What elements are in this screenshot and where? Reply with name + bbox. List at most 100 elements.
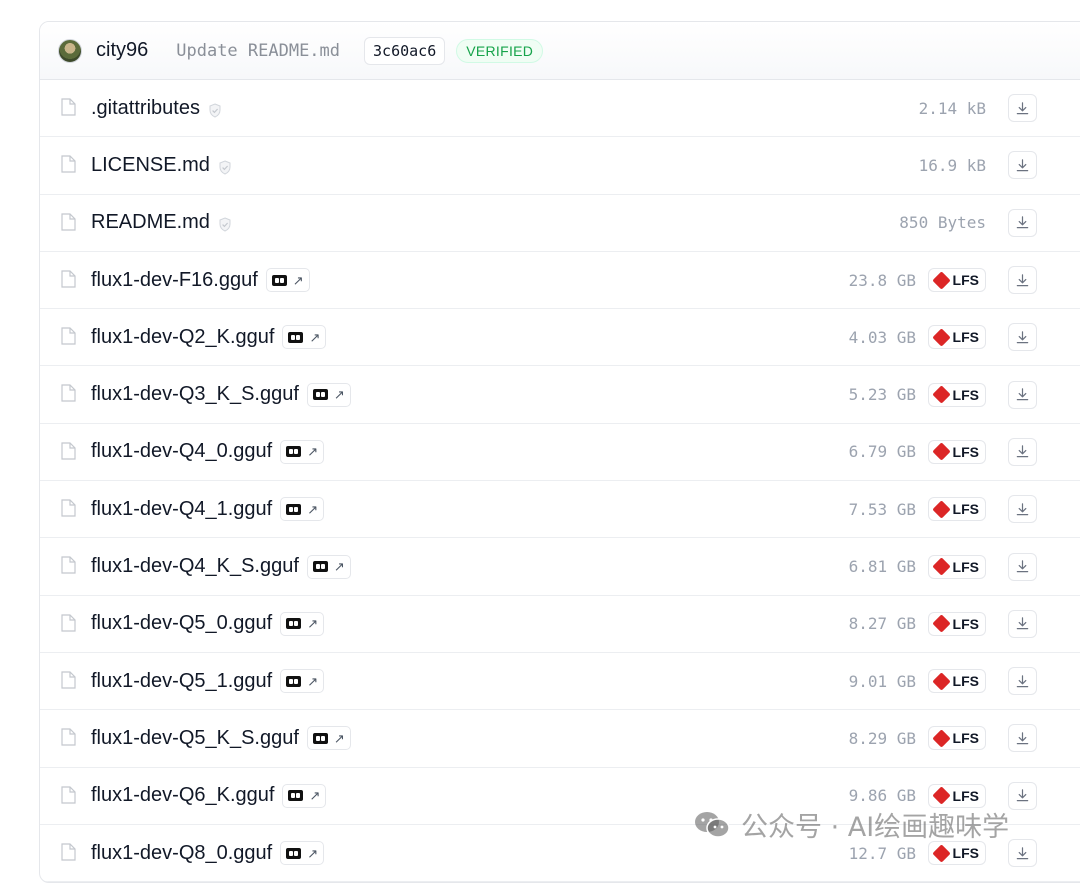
download-icon bbox=[1015, 158, 1030, 173]
file-row[interactable]: flux1-dev-Q4_0.gguf ↗ 6.79 GB LFS bbox=[40, 424, 1080, 482]
gguf-viewer-button[interactable]: ↗ bbox=[282, 783, 327, 808]
lfs-badge[interactable]: LFS bbox=[927, 611, 986, 636]
gguf-viewer-button[interactable]: ↗ bbox=[280, 611, 325, 636]
file-name[interactable]: README.md bbox=[91, 211, 210, 234]
lfs-label: LFS bbox=[952, 673, 979, 690]
download-button[interactable] bbox=[1008, 437, 1037, 466]
download-icon bbox=[1015, 788, 1030, 803]
download-button[interactable] bbox=[1008, 667, 1037, 696]
file-name[interactable]: flux1-dev-F16.gguf bbox=[91, 269, 258, 292]
download-button[interactable] bbox=[1008, 266, 1037, 295]
file-row[interactable]: .gitattributes 2.14 kB bbox=[40, 80, 1080, 138]
file-size: 850 Bytes bbox=[899, 213, 986, 233]
file-row[interactable]: flux1-dev-Q5_K_S.gguf ↗ 8.29 GB LFS bbox=[40, 710, 1080, 768]
gguf-viewer-button[interactable]: ↗ bbox=[280, 841, 325, 865]
download-icon bbox=[1015, 101, 1030, 116]
gguf-viewer-button[interactable]: ↗ bbox=[280, 439, 325, 464]
gguf-viewer-icon bbox=[286, 503, 302, 515]
file-row[interactable]: README.md 850 Bytes bbox=[40, 195, 1080, 252]
file-name[interactable]: flux1-dev-Q4_1.gguf bbox=[91, 498, 272, 521]
file-name[interactable]: flux1-dev-Q4_0.gguf bbox=[91, 440, 272, 463]
gguf-viewer-button[interactable]: ↗ bbox=[280, 497, 325, 522]
file-size: 9.86 GB bbox=[848, 786, 916, 806]
gguf-viewer-button[interactable]: ↗ bbox=[306, 382, 351, 407]
file-row[interactable]: flux1-dev-Q5_0.gguf ↗ 8.27 GB LFS bbox=[40, 596, 1080, 653]
gguf-viewer-button[interactable]: ↗ bbox=[306, 726, 351, 751]
file-size: 16.9 kB bbox=[918, 155, 986, 175]
lfs-badge[interactable]: LFS bbox=[927, 554, 986, 579]
watermark: 公众号 · AI绘画趣味学 bbox=[693, 805, 1009, 844]
file-row[interactable]: flux1-dev-F16.gguf ↗ 23.8 GB LFS bbox=[40, 252, 1080, 310]
download-icon bbox=[1015, 215, 1030, 230]
gguf-viewer-icon bbox=[286, 675, 302, 687]
file-name[interactable]: LICENSE.md bbox=[91, 154, 210, 177]
file-list-panel: city96 Update README.md 3c60ac6 VERIFIED… bbox=[39, 21, 1080, 883]
download-icon bbox=[1015, 674, 1030, 689]
file-name[interactable]: flux1-dev-Q3_K_S.gguf bbox=[91, 383, 299, 406]
file-name[interactable]: flux1-dev-Q4_K_S.gguf bbox=[91, 555, 299, 578]
file-name[interactable]: flux1-dev-Q6_K.gguf bbox=[91, 784, 274, 807]
external-arrow-icon: ↗ bbox=[307, 616, 319, 632]
download-button[interactable] bbox=[1008, 781, 1037, 810]
file-size: 2.14 kB bbox=[918, 98, 986, 118]
download-button[interactable] bbox=[1008, 380, 1037, 409]
lfs-badge[interactable]: LFS bbox=[927, 726, 986, 751]
lfs-badge[interactable]: LFS bbox=[927, 439, 986, 464]
download-button[interactable] bbox=[1008, 208, 1037, 237]
file-icon bbox=[61, 614, 76, 632]
file-name[interactable]: flux1-dev-Q2_K.gguf bbox=[91, 326, 274, 349]
file-name[interactable]: .gitattributes bbox=[91, 97, 200, 120]
file-icon bbox=[61, 843, 76, 861]
gguf-viewer-button[interactable]: ↗ bbox=[280, 669, 325, 694]
file-row[interactable]: flux1-dev-Q2_K.gguf ↗ 4.03 GB LFS bbox=[40, 309, 1080, 367]
file-size: 6.79 GB bbox=[848, 442, 916, 462]
download-button[interactable] bbox=[1008, 495, 1037, 524]
file-row[interactable]: flux1-dev-Q4_1.gguf ↗ 7.53 GB LFS bbox=[40, 481, 1080, 539]
download-icon bbox=[1015, 731, 1030, 746]
download-button[interactable] bbox=[1008, 151, 1037, 180]
file-row[interactable]: flux1-dev-Q5_1.gguf ↗ 9.01 GB LFS bbox=[40, 653, 1080, 711]
gguf-viewer-icon bbox=[312, 389, 328, 401]
lfs-icon bbox=[931, 442, 951, 462]
download-button[interactable] bbox=[1008, 552, 1037, 581]
download-button[interactable] bbox=[1008, 724, 1037, 753]
download-button[interactable] bbox=[1008, 839, 1037, 867]
file-icon bbox=[61, 499, 76, 517]
file-icon bbox=[61, 212, 76, 231]
download-button[interactable] bbox=[1008, 609, 1037, 638]
shield-icon[interactable] bbox=[208, 101, 222, 118]
lfs-badge[interactable]: LFS bbox=[927, 268, 986, 293]
lfs-label: LFS bbox=[952, 386, 979, 403]
file-size: 8.29 GB bbox=[848, 728, 916, 748]
lfs-icon bbox=[931, 385, 951, 404]
commit-author[interactable]: city96 bbox=[96, 39, 148, 62]
file-name[interactable]: flux1-dev-Q5_1.gguf bbox=[91, 670, 272, 693]
avatar[interactable] bbox=[58, 38, 82, 63]
commit-hash[interactable]: 3c60ac6 bbox=[364, 36, 446, 65]
file-icon bbox=[61, 384, 76, 403]
lfs-badge[interactable]: LFS bbox=[927, 669, 986, 694]
lfs-badge[interactable]: LFS bbox=[927, 497, 986, 522]
external-arrow-icon: ↗ bbox=[333, 387, 345, 403]
lfs-icon bbox=[931, 270, 951, 290]
commit-message[interactable]: Update README.md bbox=[176, 41, 340, 61]
lfs-badge[interactable]: LFS bbox=[927, 382, 986, 407]
file-name[interactable]: flux1-dev-Q5_0.gguf bbox=[91, 612, 272, 635]
lfs-badge[interactable]: LFS bbox=[927, 325, 986, 350]
download-icon bbox=[1015, 444, 1030, 459]
file-row[interactable]: flux1-dev-Q3_K_S.gguf ↗ 5.23 GB LFS bbox=[40, 366, 1080, 424]
download-button[interactable] bbox=[1008, 94, 1037, 123]
file-name[interactable]: flux1-dev-Q8_0.gguf bbox=[91, 842, 272, 865]
file-row[interactable]: flux1-dev-Q4_K_S.gguf ↗ 6.81 GB LFS bbox=[40, 538, 1080, 596]
file-icon bbox=[61, 270, 76, 288]
gguf-viewer-button[interactable]: ↗ bbox=[265, 268, 310, 293]
shield-icon[interactable] bbox=[218, 158, 232, 175]
lfs-badge[interactable]: LFS bbox=[927, 841, 986, 865]
gguf-viewer-button[interactable]: ↗ bbox=[282, 325, 327, 350]
file-row[interactable]: LICENSE.md 16.9 kB bbox=[40, 137, 1080, 195]
watermark-text: 公众号 · AI绘画趣味学 bbox=[741, 812, 1010, 843]
shield-icon[interactable] bbox=[218, 215, 232, 232]
file-name[interactable]: flux1-dev-Q5_K_S.gguf bbox=[91, 727, 299, 750]
gguf-viewer-button[interactable]: ↗ bbox=[306, 554, 351, 579]
download-button[interactable] bbox=[1008, 323, 1037, 352]
